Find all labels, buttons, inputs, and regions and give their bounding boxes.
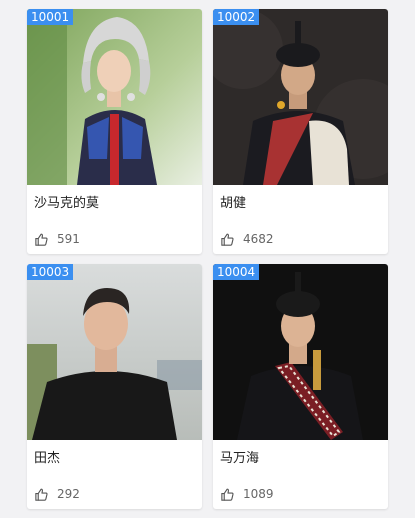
- contestant-id-badge: 10001: [27, 9, 74, 25]
- contestant-id-badge: 10003: [27, 264, 74, 280]
- contestant-card[interactable]: 10003 田杰 292: [27, 264, 202, 509]
- contestant-photo[interactable]: 10002: [213, 9, 388, 185]
- contestant-card[interactable]: 10004 马万海 1089: [213, 264, 388, 509]
- contestant-name: 沙马克的莫: [34, 196, 100, 211]
- like-count: 1089: [243, 487, 274, 501]
- contestant-grid: 10001 沙马克的莫 591 10002 胡健 4682 10003 田杰 2…: [0, 0, 415, 518]
- contestant-card[interactable]: 10002 胡健 4682: [213, 9, 388, 254]
- contestant-card[interactable]: 10001 沙马克的莫 591: [27, 9, 202, 254]
- contestant-name: 田杰: [34, 451, 61, 466]
- like-area[interactable]: 292: [34, 486, 80, 502]
- contestant-name: 胡健: [220, 196, 247, 211]
- contestant-photo[interactable]: 10004: [213, 264, 388, 440]
- like-count: 4682: [243, 232, 274, 246]
- contestant-id-badge: 10004: [213, 264, 260, 280]
- contestant-name: 马万海: [220, 451, 260, 466]
- thumbs-up-icon[interactable]: [220, 232, 235, 247]
- thumbs-up-icon[interactable]: [220, 487, 235, 502]
- contestant-photo[interactable]: 10001: [27, 9, 202, 185]
- contestant-photo[interactable]: 10003: [27, 264, 202, 440]
- like-count: 591: [57, 232, 80, 246]
- contestant-id-badge: 10002: [213, 9, 260, 25]
- thumbs-up-icon[interactable]: [34, 232, 49, 247]
- like-count: 292: [57, 487, 80, 501]
- like-area[interactable]: 1089: [220, 486, 274, 502]
- like-area[interactable]: 591: [34, 231, 80, 247]
- thumbs-up-icon[interactable]: [34, 487, 49, 502]
- like-area[interactable]: 4682: [220, 231, 274, 247]
